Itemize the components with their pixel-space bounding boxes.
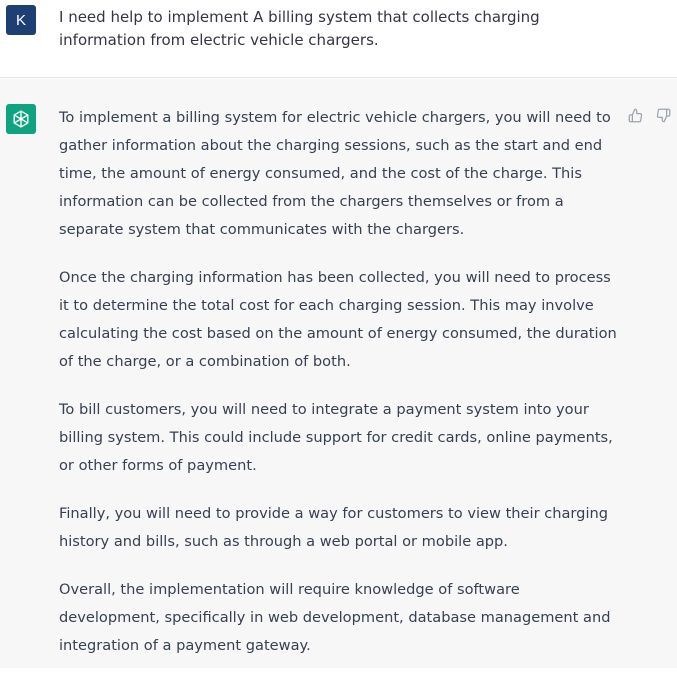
assistant-paragraph: Once the charging information has been c… (59, 269, 617, 370)
user-avatar-letter: K (15, 11, 26, 29)
assistant-paragraph: Finally, you will need to provide a way … (59, 505, 609, 550)
user-avatar: K (6, 5, 36, 35)
assistant-paragraph: To bill customers, you will need to inte… (59, 401, 613, 474)
user-message-text: I need help to implement A billing syste… (59, 8, 540, 49)
user-message-block: K I need help to implement A billing sys… (0, 0, 677, 78)
assistant-paragraph: To implement a billing system for electr… (59, 109, 611, 238)
assistant-message-block: To implement a billing system for electr… (0, 79, 677, 668)
thumbs-down-icon[interactable] (654, 106, 672, 124)
assistant-paragraph: Overall, the implementation will require… (59, 581, 611, 654)
assistant-message-text: To implement a billing system for electr… (59, 104, 624, 680)
openai-logo-icon (6, 104, 36, 134)
thumbs-up-icon[interactable] (626, 106, 644, 124)
